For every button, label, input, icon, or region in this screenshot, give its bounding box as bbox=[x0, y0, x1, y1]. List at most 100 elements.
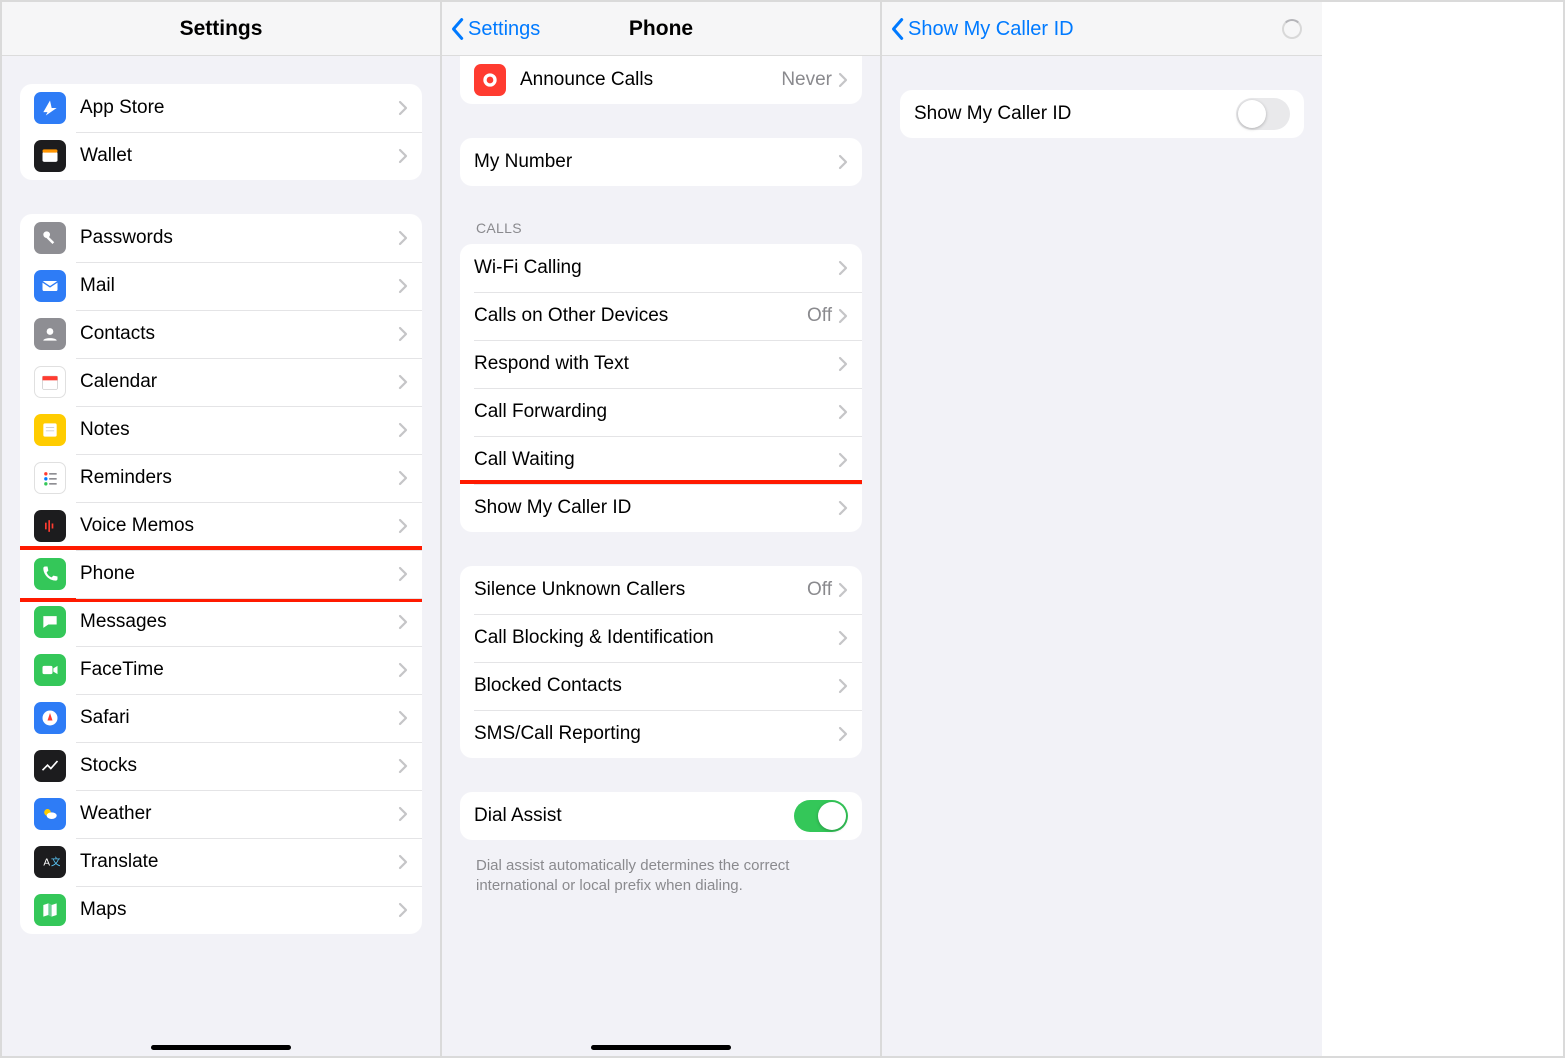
show-caller-id-toggle-toggle[interactable] bbox=[1236, 98, 1290, 130]
row-call-block-id[interactable]: Call Blocking & Identification bbox=[460, 614, 862, 662]
disclosure-chevron-icon bbox=[398, 902, 408, 918]
row-wallet[interactable]: Wallet bbox=[20, 132, 422, 180]
chevron-right-icon bbox=[398, 566, 408, 582]
row-translate[interactable]: A文Translate bbox=[20, 838, 422, 886]
row-maps[interactable]: Maps bbox=[20, 886, 422, 934]
row-label: Dial Assist bbox=[474, 805, 794, 827]
row-label: Contacts bbox=[80, 323, 398, 345]
chevron-right-icon bbox=[838, 356, 848, 372]
row-label: Call Waiting bbox=[474, 449, 838, 471]
dial-assist-toggle[interactable] bbox=[794, 800, 848, 832]
chevron-left-icon bbox=[450, 17, 464, 41]
row-call-waiting[interactable]: Call Waiting bbox=[460, 436, 862, 484]
row-label: Safari bbox=[80, 707, 398, 729]
row-label: FaceTime bbox=[80, 659, 398, 681]
disclosure-chevron-icon bbox=[398, 470, 408, 486]
chevron-right-icon bbox=[838, 452, 848, 468]
disclosure-chevron-icon bbox=[398, 614, 408, 630]
row-label: Maps bbox=[80, 899, 398, 921]
row-phone[interactable]: Phone bbox=[20, 550, 422, 598]
row-value: Off bbox=[807, 579, 832, 601]
row-stocks[interactable]: Stocks bbox=[20, 742, 422, 790]
row-wifi-calling[interactable]: Wi-Fi Calling bbox=[460, 244, 862, 292]
caller-id-scroll[interactable]: Show My Caller ID bbox=[882, 56, 1322, 1056]
back-label: Show My Caller ID bbox=[908, 18, 1074, 41]
disclosure-chevron-icon bbox=[398, 100, 408, 116]
chevron-right-icon bbox=[398, 806, 408, 822]
phone-group-top: Announce CallsNever bbox=[460, 56, 862, 104]
row-sms-report[interactable]: SMS/Call Reporting bbox=[460, 710, 862, 758]
back-to-phone[interactable]: Show My Caller ID bbox=[890, 2, 1074, 56]
disclosure-chevron-icon bbox=[838, 582, 848, 598]
safari-icon bbox=[34, 702, 66, 734]
row-mail[interactable]: Mail bbox=[20, 262, 422, 310]
row-calls-other[interactable]: Calls on Other DevicesOff bbox=[460, 292, 862, 340]
phone-group-calls: Wi-Fi CallingCalls on Other DevicesOffRe… bbox=[460, 244, 862, 532]
phone-group-dial: Dial Assist bbox=[460, 792, 862, 840]
maps-icon bbox=[34, 894, 66, 926]
row-label: Reminders bbox=[80, 467, 398, 489]
chevron-right-icon bbox=[838, 582, 848, 598]
loading-spinner-icon bbox=[1282, 19, 1302, 39]
row-weather[interactable]: Weather bbox=[20, 790, 422, 838]
row-safari[interactable]: Safari bbox=[20, 694, 422, 742]
row-my-number[interactable]: My Number bbox=[460, 138, 862, 186]
row-label: Stocks bbox=[80, 755, 398, 777]
chevron-left-icon bbox=[890, 17, 904, 41]
row-calendar[interactable]: Calendar bbox=[20, 358, 422, 406]
mail-icon bbox=[34, 270, 66, 302]
passwords-icon bbox=[34, 222, 66, 254]
chevron-right-icon bbox=[398, 470, 408, 486]
row-facetime[interactable]: FaceTime bbox=[20, 646, 422, 694]
back-to-settings[interactable]: Settings bbox=[450, 2, 540, 56]
caller-id-group: Show My Caller ID bbox=[900, 90, 1304, 138]
disclosure-chevron-icon bbox=[398, 758, 408, 774]
row-reminders[interactable]: Reminders bbox=[20, 454, 422, 502]
disclosure-chevron-icon bbox=[398, 566, 408, 582]
settings-scroll[interactable]: App StoreWallet Passwords Mail Contacts Cal… bbox=[2, 56, 440, 1056]
disclosure-chevron-icon bbox=[398, 662, 408, 678]
row-voicememos[interactable]: Voice Memos bbox=[20, 502, 422, 550]
row-label: Phone bbox=[80, 563, 398, 585]
row-app-store[interactable]: App Store bbox=[20, 84, 422, 132]
caller-id-pane: Show My Caller ID Show My Caller ID bbox=[882, 2, 1322, 1056]
disclosure-chevron-icon bbox=[398, 278, 408, 294]
home-indicator bbox=[591, 1045, 731, 1050]
row-respond-text[interactable]: Respond with Text bbox=[460, 340, 862, 388]
phone-group-block: Silence Unknown CallersOffCall Blocking … bbox=[460, 566, 862, 758]
row-label: My Number bbox=[474, 151, 838, 173]
row-announce[interactable]: Announce CallsNever bbox=[460, 56, 862, 104]
chevron-right-icon bbox=[398, 854, 408, 870]
chevron-right-icon bbox=[398, 902, 408, 918]
row-notes[interactable]: Notes bbox=[20, 406, 422, 454]
row-label: Calendar bbox=[80, 371, 398, 393]
row-label: Calls on Other Devices bbox=[474, 305, 807, 327]
row-passwords[interactable]: Passwords bbox=[20, 214, 422, 262]
row-label: Silence Unknown Callers bbox=[474, 579, 807, 601]
chevron-right-icon bbox=[838, 630, 848, 646]
chevron-right-icon bbox=[398, 662, 408, 678]
notes-icon bbox=[34, 414, 66, 446]
disclosure-chevron-icon bbox=[398, 326, 408, 342]
row-dial-assist[interactable]: Dial Assist bbox=[460, 792, 862, 840]
row-call-fwd[interactable]: Call Forwarding bbox=[460, 388, 862, 436]
row-blocked[interactable]: Blocked Contacts bbox=[460, 662, 862, 710]
row-label: Announce Calls bbox=[520, 69, 781, 91]
chevron-right-icon bbox=[838, 308, 848, 324]
row-caller-id[interactable]: Show My Caller ID bbox=[460, 484, 862, 532]
chevron-right-icon bbox=[838, 154, 848, 170]
announce-icon bbox=[474, 64, 506, 96]
row-label: Mail bbox=[80, 275, 398, 297]
phone-scroll[interactable]: Announce CallsNever My Number CALLS Wi-F… bbox=[442, 56, 880, 1056]
disclosure-chevron-icon bbox=[398, 422, 408, 438]
row-show-caller-id-toggle[interactable]: Show My Caller ID bbox=[900, 90, 1304, 138]
disclosure-chevron-icon bbox=[838, 630, 848, 646]
row-contacts[interactable]: Contacts bbox=[20, 310, 422, 358]
row-messages[interactable]: Messages bbox=[20, 598, 422, 646]
row-label: Show My Caller ID bbox=[474, 497, 838, 519]
chevron-right-icon bbox=[398, 758, 408, 774]
disclosure-chevron-icon bbox=[398, 806, 408, 822]
row-silence-unknown[interactable]: Silence Unknown CallersOff bbox=[460, 566, 862, 614]
row-label: Call Forwarding bbox=[474, 401, 838, 423]
settings-navbar: Settings bbox=[2, 2, 440, 56]
